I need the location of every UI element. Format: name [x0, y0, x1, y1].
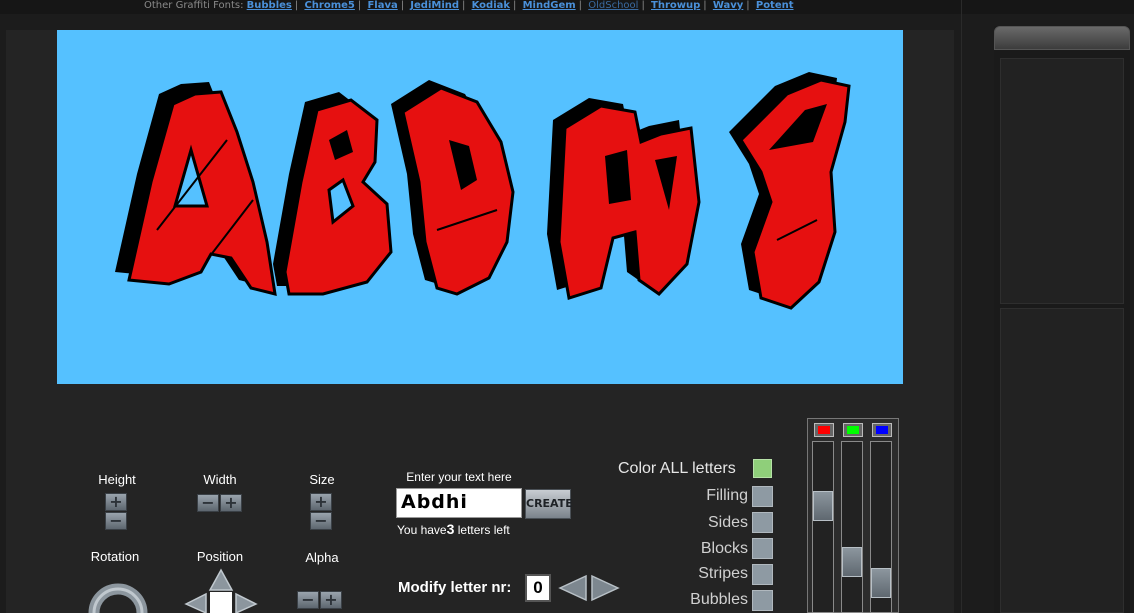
- letters-left-text: You have3 letters left: [397, 521, 510, 537]
- blue-channel-indicator: [872, 423, 892, 437]
- next-letter-icon[interactable]: [591, 574, 620, 602]
- color-all-label: Color ALL letters: [618, 460, 736, 477]
- column-divider: [961, 0, 962, 613]
- font-link-throwup[interactable]: Throwup: [651, 0, 700, 11]
- size-plus-button[interactable]: +: [310, 493, 332, 511]
- blocks-swatch[interactable]: [752, 538, 773, 559]
- green-slider-thumb[interactable]: [842, 547, 862, 577]
- position-label: Position: [196, 549, 244, 564]
- graffiti-text-input[interactable]: Abdhi: [396, 488, 522, 518]
- graffiti-letter-3[interactable]: [391, 80, 515, 296]
- rgb-slider-panel: [807, 418, 899, 613]
- graffiti-canvas[interactable]: [57, 30, 903, 384]
- text-prompt-label: Enter your text here: [406, 470, 512, 484]
- font-link-mindgem[interactable]: MindGem: [523, 0, 576, 11]
- letter-nav-arrows: [558, 574, 620, 602]
- font-link-jedimind[interactable]: JediMind: [410, 0, 459, 11]
- green-channel-indicator: [843, 423, 863, 437]
- red-slider-track[interactable]: [812, 441, 834, 613]
- bubbles-swatch[interactable]: [752, 590, 773, 611]
- position-arrows-icon[interactable]: [184, 568, 258, 613]
- stripes-swatch[interactable]: [752, 564, 773, 585]
- blocks-label: Blocks: [700, 540, 748, 557]
- side-panel-box-upper: [1000, 58, 1124, 304]
- color-all-swatch[interactable]: [753, 459, 772, 478]
- create-button[interactable]: CREATE: [525, 489, 573, 519]
- filling-swatch[interactable]: [752, 486, 773, 507]
- letter-number-field[interactable]: 0: [525, 574, 551, 602]
- blue-slider-thumb[interactable]: [871, 568, 891, 598]
- filling-label: Filling: [706, 487, 748, 504]
- graffiti-letter-2[interactable]: [273, 92, 393, 296]
- width-label: Width: [203, 472, 237, 487]
- letters-left-suffix: letters left: [457, 523, 510, 537]
- graffiti-letter-4[interactable]: [547, 98, 701, 300]
- font-link-chrome5[interactable]: Chrome5: [304, 0, 354, 11]
- letters-left-count: 3: [446, 521, 455, 537]
- height-plus-button[interactable]: +: [105, 493, 127, 511]
- red-slider-thumb[interactable]: [813, 491, 833, 521]
- alpha-minus-button[interactable]: −: [297, 591, 319, 609]
- blue-slider-track[interactable]: [870, 441, 892, 613]
- font-link-kodiak[interactable]: Kodiak: [472, 0, 510, 11]
- side-panel-tab[interactable]: [994, 26, 1130, 50]
- bubbles-label: Bubbles: [690, 591, 748, 608]
- sides-label: Sides: [707, 514, 748, 531]
- font-link-wavy[interactable]: Wavy: [713, 0, 743, 11]
- font-link-oldschool[interactable]: OldSchool: [588, 0, 638, 11]
- font-link-potent[interactable]: Potent: [756, 0, 794, 11]
- font-link-flava[interactable]: Flava: [367, 0, 397, 11]
- width-plus-button[interactable]: +: [220, 494, 242, 512]
- modify-letter-label: Modify letter nr:: [398, 579, 512, 596]
- fonts-bar-label: Other Graffiti Fonts:: [144, 0, 244, 11]
- rotation-dial-icon[interactable]: [82, 568, 152, 613]
- graffiti-letter-1[interactable]: [115, 82, 277, 297]
- alpha-label: Alpha: [305, 550, 339, 565]
- side-panel: [994, 26, 1130, 613]
- letters-left-prefix: You have: [397, 523, 447, 537]
- stripes-label: Stripes: [698, 565, 748, 582]
- graffiti-artwork: [115, 72, 851, 310]
- height-minus-button[interactable]: −: [105, 512, 127, 530]
- sides-swatch[interactable]: [752, 512, 773, 533]
- side-panel-box-lower: [1000, 308, 1124, 613]
- font-link-bubbles[interactable]: Bubbles: [247, 0, 292, 11]
- graffiti-fonts-bar: Other Graffiti Fonts: Bubbles | Chrome5 | …: [0, 0, 1134, 14]
- width-minus-button[interactable]: −: [197, 494, 219, 512]
- size-label: Size: [309, 472, 335, 487]
- red-channel-indicator: [814, 423, 834, 437]
- prev-letter-icon[interactable]: [558, 574, 587, 602]
- graffiti-letter-5[interactable]: [729, 72, 851, 310]
- rotation-label: Rotation: [90, 549, 140, 564]
- green-slider-track[interactable]: [841, 441, 863, 613]
- alpha-plus-button[interactable]: +: [320, 591, 342, 609]
- size-minus-button[interactable]: −: [310, 512, 332, 530]
- height-label: Height: [98, 472, 136, 487]
